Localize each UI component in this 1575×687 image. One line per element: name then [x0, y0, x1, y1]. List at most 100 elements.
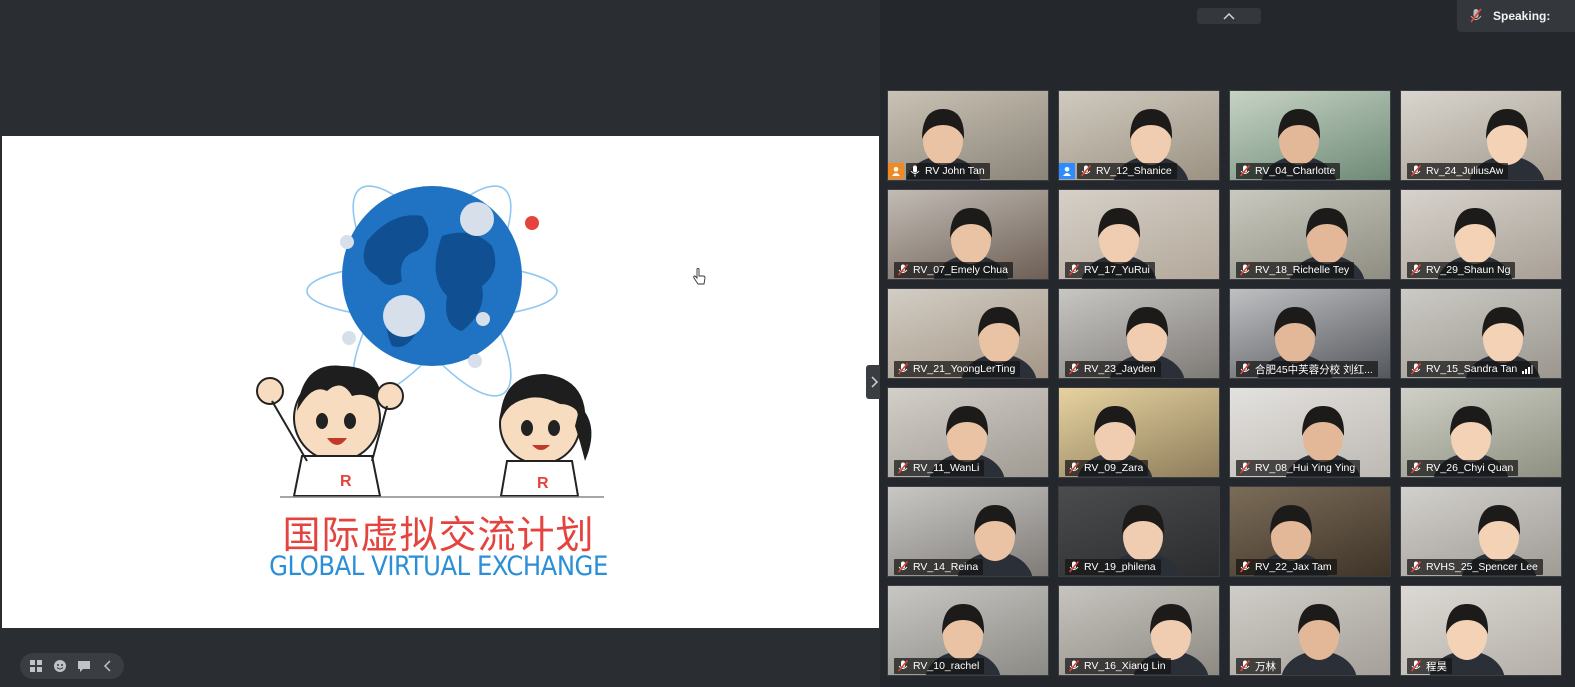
participant-name-label: RV_07_Emely Chua [894, 262, 1013, 278]
participant-name-label: RV_14_Reina [894, 559, 984, 575]
participant-name-label: RV_22_Jax Tam [1236, 559, 1337, 575]
participant-name-label: RV_04_Charlotte [1236, 163, 1341, 179]
participant-name-label: RV_23_Jayden [1065, 361, 1161, 377]
participant-name: 程昊 [1426, 660, 1447, 673]
participant-name: RV_07_Emely Chua [913, 264, 1008, 276]
muted-mic-icon [1068, 363, 1080, 375]
participant-name: RV_12_Shanice [1096, 165, 1172, 177]
participant-name: RV_10_rachel [913, 660, 980, 672]
participant-name: RV_23_Jayden [1084, 363, 1156, 375]
muted-mic-icon [1470, 8, 1482, 23]
muted-mic-icon [1410, 561, 1422, 573]
participant-name: RV John Tan [925, 165, 985, 177]
view-options-icon[interactable] [26, 656, 46, 676]
participant-name-label: RV_08_Hui Ying Ying [1236, 460, 1361, 476]
svg-text:R: R [537, 475, 549, 492]
participant-name-label: RV_17_YuRui [1065, 262, 1155, 278]
participant-name-label: Rv_24_JuliusAw [1407, 163, 1509, 179]
muted-mic-icon [1068, 561, 1080, 573]
participant-name: RV_08_Hui Ying Ying [1255, 462, 1356, 474]
participant-name-label: 万林 [1236, 658, 1281, 674]
muted-mic-icon [897, 264, 909, 276]
participant-video-tile[interactable]: RV_18_Richelle Tey [1229, 189, 1391, 280]
participant-name: RV_22_Jax Tam [1255, 561, 1332, 573]
participant-name: RV_16_Xiang Lin [1084, 660, 1166, 672]
participant-name-label: 程昊 [1407, 658, 1452, 674]
muted-mic-icon [1068, 264, 1080, 276]
participant-name: RV_18_Richelle Tey [1255, 264, 1350, 276]
active-speaker-indicator: Speaking: [1457, 0, 1575, 32]
participant-video-tile[interactable]: RV John Tan [887, 90, 1049, 181]
participant-video-tile[interactable]: RV_10_rachel [887, 585, 1049, 676]
participant-video-tile[interactable]: RV_29_Shaun Ng [1400, 189, 1562, 280]
participant-name-label: RV_18_Richelle Tey [1236, 262, 1355, 278]
participant-video-tile[interactable]: 合肥45中芙蓉分校 刘红... [1229, 288, 1391, 379]
participant-video-tile[interactable]: RV_08_Hui Ying Ying [1229, 387, 1391, 478]
muted-mic-icon [897, 561, 909, 573]
participant-video-tile[interactable]: RV_26_Chyi Quan [1400, 387, 1562, 478]
shared-slide: R R 国际虚拟交流计划 GLOBAL VIRTUAL EXCHANGE [2, 136, 879, 628]
participant-role-badge-icon [888, 163, 904, 179]
participant-name-label: RV_16_Xiang Lin [1065, 658, 1171, 674]
participant-video-tile[interactable]: RVHS_25_Spencer Lee [1400, 486, 1562, 577]
participant-video-tile[interactable]: RV_12_Shanice [1058, 90, 1220, 181]
participant-video-tile[interactable]: RV_21_YoongLerTing [887, 288, 1049, 379]
boy-mascot-icon: R [256, 365, 404, 497]
participant-name-label: RVHS_25_Spencer Lee [1407, 559, 1543, 575]
participant-name: RV_21_YoongLerTing [913, 363, 1016, 375]
participant-video-tile[interactable]: RV_23_Jayden [1058, 288, 1220, 379]
muted-mic-icon [1068, 462, 1080, 474]
participant-video-tile[interactable]: RV_17_YuRui [1058, 189, 1220, 280]
participant-video-tile[interactable]: RV_19_philena [1058, 486, 1220, 577]
participant-video-tile[interactable]: RV_15_Sandra Tan [1400, 288, 1562, 379]
participant-video-tile[interactable]: RV_14_Reina [887, 486, 1049, 577]
participant-video-tile[interactable]: 万林 [1229, 585, 1391, 676]
mic-icon [910, 165, 920, 177]
participant-video-tile[interactable]: RV_04_Charlotte [1229, 90, 1391, 181]
collapse-gallery-button[interactable] [1197, 8, 1261, 24]
participant-name-label: RV John Tan [906, 163, 990, 179]
participant-name-label: RV_11_WanLi [894, 460, 985, 476]
chevron-up-icon [1223, 12, 1235, 20]
girl-mascot-icon: R [499, 374, 592, 497]
participant-name-label: RV_21_YoongLerTing [894, 361, 1021, 377]
participant-video-tile[interactable]: RV_11_WanLi [887, 387, 1049, 478]
participant-name-label: RV_29_Shaun Ng [1407, 262, 1516, 278]
muted-mic-icon [1239, 165, 1251, 177]
participant-video-tile[interactable]: RV_07_Emely Chua [887, 189, 1049, 280]
muted-mic-icon [897, 660, 909, 672]
participant-video-tile[interactable]: RV_09_Zara [1058, 387, 1220, 478]
speaking-label: Speaking: [1493, 9, 1551, 23]
muted-mic-icon [1410, 660, 1422, 672]
participant-video-tile[interactable]: 程昊 [1400, 585, 1562, 676]
participant-name: RV_15_Sandra Tan [1426, 363, 1518, 375]
participant-name: 合肥45中芙蓉分校 刘红... [1255, 363, 1373, 376]
participant-name: RV_29_Shaun Ng [1426, 264, 1511, 276]
chat-icon[interactable] [74, 656, 94, 676]
screen-share-pane: R R 国际虚拟交流计划 GLOBAL VIRTUAL EXCHANGE [0, 0, 880, 687]
muted-mic-icon [1410, 264, 1422, 276]
participant-name: RV_11_WanLi [913, 462, 980, 474]
participant-video-tile[interactable]: RV_16_Xiang Lin [1058, 585, 1220, 676]
participant-name: Rv_24_JuliusAw [1426, 165, 1504, 177]
participant-name-label: RV_09_Zara [1065, 460, 1149, 476]
participant-name-label: RV_19_philena [1065, 559, 1161, 575]
muted-mic-icon [1239, 264, 1251, 276]
muted-mic-icon [1410, 363, 1422, 375]
participant-name: RV_04_Charlotte [1255, 165, 1336, 177]
participant-name: RV_09_Zara [1084, 462, 1144, 474]
svg-text:R: R [340, 473, 352, 490]
muted-mic-icon [1239, 561, 1251, 573]
muted-mic-icon [1239, 462, 1251, 474]
participant-name: 万林 [1255, 660, 1276, 673]
participant-name-label: RV_26_Chyi Quan [1407, 460, 1519, 476]
reactions-icon[interactable] [50, 656, 70, 676]
muted-mic-icon [1410, 462, 1422, 474]
participant-role-badge-icon [1059, 163, 1075, 179]
chevron-left-icon[interactable] [98, 656, 118, 676]
participant-name: RV_17_YuRui [1084, 264, 1150, 276]
participant-video-tile[interactable]: Rv_24_JuliusAw [1400, 90, 1562, 181]
hand-cursor-icon [693, 268, 706, 285]
muted-mic-icon [1080, 165, 1092, 177]
participant-video-tile[interactable]: RV_22_Jax Tam [1229, 486, 1391, 577]
